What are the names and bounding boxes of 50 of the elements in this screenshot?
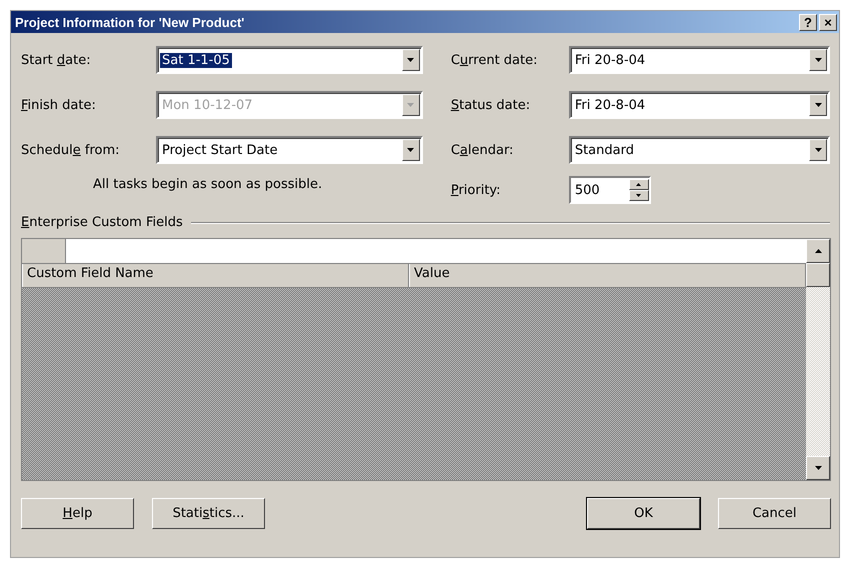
down-arrow-icon bbox=[814, 466, 822, 470]
down-arrow-icon bbox=[636, 194, 642, 197]
field-label: Finish date: bbox=[21, 98, 97, 112]
dialog-button[interactable]: Cancel bbox=[718, 498, 831, 529]
dropdown-field[interactable]: Fri 20-8-04 bbox=[568, 46, 830, 74]
priority-spinner[interactable]: 500 bbox=[568, 176, 651, 204]
field-value: Sat 1-1-05 bbox=[160, 52, 232, 68]
spin-down-button[interactable] bbox=[628, 190, 649, 201]
up-arrow-icon bbox=[636, 183, 642, 186]
column-header[interactable]: Custom Field Name bbox=[22, 264, 409, 287]
dropdown-field[interactable]: Project Start Date bbox=[156, 136, 423, 164]
field-label: Current date: bbox=[450, 52, 538, 68]
edit-field[interactable] bbox=[66, 239, 806, 263]
dropdown-button[interactable] bbox=[809, 139, 827, 161]
close-button[interactable]: × bbox=[819, 14, 837, 30]
dialog-button[interactable]: Help bbox=[21, 498, 134, 529]
caret-icon bbox=[814, 103, 822, 107]
dropdown-button[interactable] bbox=[809, 49, 827, 71]
caret-icon bbox=[407, 148, 414, 152]
scrollbar[interactable] bbox=[806, 239, 830, 480]
schedule-note: All tasks begin as soon as possible. bbox=[92, 177, 324, 192]
caret-icon bbox=[814, 58, 822, 62]
field-label: Schedule from: bbox=[21, 142, 121, 158]
field-label: Status date: bbox=[450, 98, 532, 112]
field-label: Start date: bbox=[21, 52, 92, 68]
field-value: Fri 20-8-04 bbox=[574, 98, 646, 112]
field-value: Project Start Date bbox=[161, 142, 279, 158]
dialog-button[interactable]: Statistics... bbox=[152, 498, 265, 529]
scroll-thumb[interactable] bbox=[806, 263, 830, 287]
caret-icon bbox=[407, 103, 414, 107]
caret-icon bbox=[407, 58, 414, 62]
dropdown-button[interactable] bbox=[809, 94, 827, 116]
spin-up-button[interactable] bbox=[628, 179, 649, 190]
field-value: 500 bbox=[574, 182, 601, 198]
up-arrow-icon bbox=[814, 249, 822, 253]
field-label: Priority: bbox=[450, 182, 502, 198]
dropdown-field[interactable]: Fri 20-8-04 bbox=[568, 91, 830, 119]
window-title: Project Information for 'New Product' bbox=[15, 14, 244, 30]
dropdown-field[interactable]: Sat 1-1-05 bbox=[156, 46, 423, 74]
dropdown-button[interactable] bbox=[402, 139, 420, 161]
field-value: Standard bbox=[574, 142, 635, 158]
group-label: Enterprise Custom Fields bbox=[21, 215, 183, 230]
field-label: Calendar: bbox=[450, 142, 514, 158]
help-button[interactable]: ? bbox=[799, 14, 817, 30]
field-value: Fri 20-8-04 bbox=[574, 52, 646, 68]
dialog-button[interactable]: OK bbox=[587, 498, 700, 529]
dropdown-button[interactable] bbox=[402, 49, 420, 71]
caret-icon bbox=[814, 148, 822, 152]
field-value: Mon 10-12-07 bbox=[161, 98, 254, 112]
dropdown-field[interactable]: Standard bbox=[568, 136, 830, 164]
